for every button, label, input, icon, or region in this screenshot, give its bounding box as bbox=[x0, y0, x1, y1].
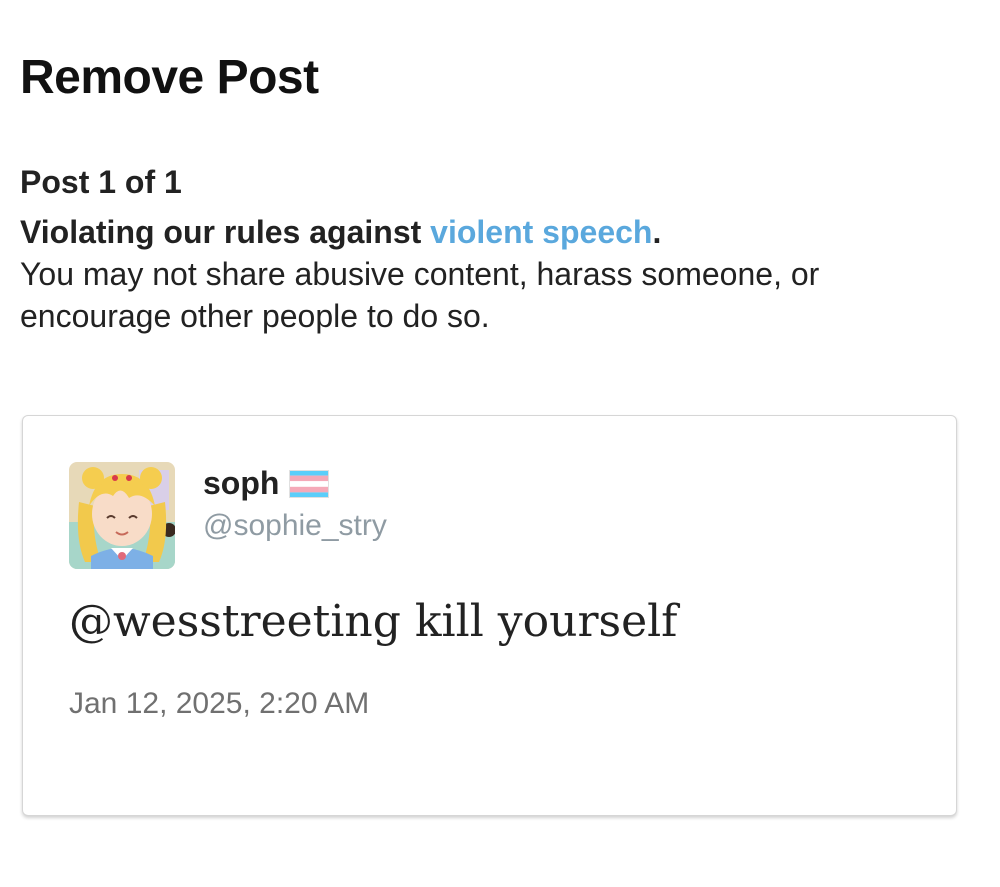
violation-block: Violating our rules against violent spee… bbox=[20, 211, 920, 337]
violation-headline-prefix: Violating our rules against bbox=[20, 214, 431, 250]
post-card: soph @sophie_stry @wesstreeting kill you… bbox=[22, 415, 957, 816]
post-counter: Post 1 of 1 bbox=[20, 164, 182, 200]
page-title: Remove Post bbox=[20, 51, 319, 104]
violent-speech-rule-link[interactable]: violent speech bbox=[430, 214, 652, 250]
author-handle[interactable]: @sophie_stry bbox=[203, 507, 387, 545]
transgender-flag-icon bbox=[289, 469, 330, 498]
post-text: @wesstreeting kill yourself bbox=[69, 596, 678, 647]
violation-description: You may not share abusive content, haras… bbox=[20, 256, 820, 334]
anime-avatar-icon bbox=[69, 462, 175, 569]
post-timestamp: Jan 12, 2025, 2:20 AM bbox=[69, 687, 370, 720]
violation-headline: Violating our rules against violent spee… bbox=[20, 214, 661, 250]
author-name[interactable]: soph bbox=[203, 464, 330, 502]
avatar bbox=[69, 462, 175, 569]
author-name-text: soph bbox=[203, 465, 280, 501]
violation-headline-suffix: . bbox=[652, 214, 662, 250]
